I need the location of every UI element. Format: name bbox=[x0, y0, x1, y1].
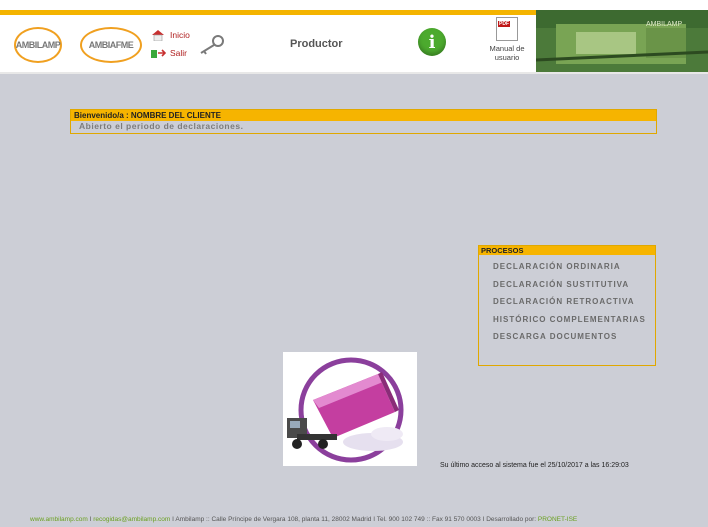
header-accent-stripe bbox=[0, 10, 536, 15]
footer-address: Ambilamp :: Calle Príncipe de Vergara 10… bbox=[175, 516, 538, 523]
keys-icon bbox=[200, 35, 224, 55]
manual-usuario-link[interactable]: PDF Manual de usuario bbox=[481, 17, 533, 62]
footer: www.ambilamp.com I recogidas@ambilamp.co… bbox=[30, 516, 577, 523]
welcome-heading: Bienvenido/a : NOMBRE DEL CLIENTE bbox=[71, 110, 656, 121]
logout-icon bbox=[151, 49, 166, 58]
banner-text: AMBILAMP bbox=[646, 21, 683, 28]
manual-label-line2: usuario bbox=[494, 53, 520, 62]
home-icon bbox=[152, 30, 164, 41]
declaracion-sustitutiva-link[interactable]: DECLARACIÓN SUSTITUTIVA bbox=[493, 276, 655, 294]
ambilamp-logo[interactable]: AMBILAMP bbox=[14, 27, 62, 63]
descarga-documentos-link[interactable]: DESCARGA DOCUMENTOS bbox=[493, 328, 655, 346]
ambiafme-logo[interactable]: AMBIAFME bbox=[80, 27, 142, 63]
inicio-link[interactable]: Inicio bbox=[150, 29, 190, 41]
last-access-text: Su último acceso al sistema fue el 25/10… bbox=[440, 462, 629, 469]
truck-icon bbox=[287, 357, 404, 463]
procesos-heading: PROCESOS bbox=[479, 246, 655, 255]
page-title: Productor bbox=[290, 38, 343, 50]
header-divider bbox=[0, 72, 708, 74]
welcome-message: Abierto el periodo de declaraciones. bbox=[79, 121, 244, 131]
procesos-panel: PROCESOS DECLARACIÓN ORDINARIA DECLARACI… bbox=[478, 245, 656, 366]
footer-developer-link[interactable]: PRONET-ISE bbox=[538, 516, 577, 523]
recycling-truck-illustration bbox=[283, 352, 417, 466]
footer-email-link[interactable]: recogidas@ambilamp.com bbox=[93, 516, 170, 523]
historico-complementarias-link[interactable]: HISTÓRICO COMPLEMENTARIAS bbox=[493, 311, 655, 329]
header-banner-image: AMBILAMP bbox=[536, 10, 708, 72]
pdf-document-icon: PDF bbox=[496, 17, 518, 41]
footer-site-link[interactable]: www.ambilamp.com bbox=[30, 516, 88, 523]
info-icon[interactable]: i bbox=[418, 28, 446, 56]
welcome-panel: Bienvenido/a : NOMBRE DEL CLIENTE Abiert… bbox=[70, 109, 657, 134]
declaracion-retroactiva-link[interactable]: DECLARACIÓN RETROACTIVA bbox=[493, 293, 655, 311]
declaracion-ordinaria-link[interactable]: DECLARACIÓN ORDINARIA bbox=[493, 258, 655, 276]
salir-link[interactable]: Salir bbox=[150, 47, 187, 59]
manual-label-line1: Manual de bbox=[489, 44, 525, 53]
